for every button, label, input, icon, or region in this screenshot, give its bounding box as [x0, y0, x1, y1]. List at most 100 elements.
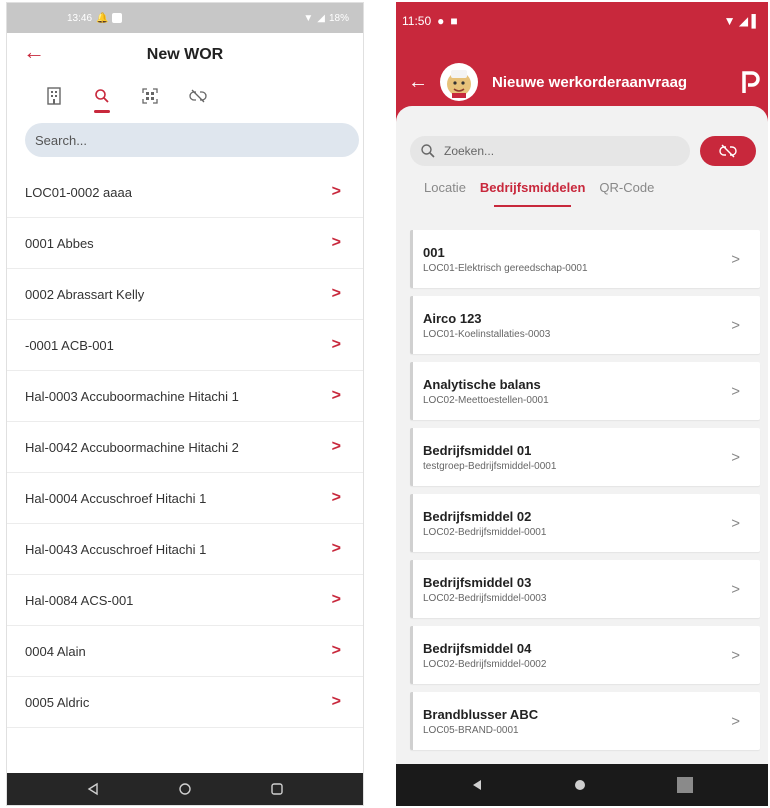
chevron-right-icon: >	[731, 712, 740, 730]
list-item-title: Brandblusser ABC	[423, 706, 539, 722]
avatar[interactable]	[440, 63, 478, 101]
chevron-right-icon: >	[731, 448, 740, 466]
tab-qr-scan[interactable]	[133, 81, 167, 111]
search-input[interactable]	[25, 123, 359, 157]
chevron-right-icon: >	[331, 183, 341, 200]
list-item-label: Hal-0004 Accuschroef Hitachi 1	[25, 490, 207, 506]
left-phone-screen: 13:46 🔔 ▼ ◢ 18% ← New WOR LOC01-0002 aaa…	[6, 2, 364, 806]
search-row	[410, 136, 756, 166]
tab-location[interactable]: Locatie	[424, 180, 466, 201]
list-item-text: Bedrijfsmiddel 04 LOC02-Bedrijfsmiddel-00…	[423, 641, 546, 670]
list-item-subtitle: LOC02-Meettoestellen-0001	[423, 394, 549, 406]
tab-bar: Locatie Bedrijfsmiddelen QR-Code	[424, 180, 654, 207]
search-icon	[95, 89, 109, 103]
sim-icon: ■	[450, 14, 458, 28]
chevron-right-icon: >	[331, 285, 341, 302]
list-item-title: Bedrijfsmiddel 04	[423, 640, 532, 656]
list-item[interactable]: Hal-0084 ACS-001 >	[7, 575, 363, 626]
back-arrow-icon[interactable]: ←	[408, 71, 428, 94]
list-item[interactable]: 001 LOC01-Elektrisch gereedschap-0001 >	[410, 230, 760, 288]
nav-back-icon[interactable]	[86, 782, 100, 796]
list-item-label: LOC01-0002 aaaa	[25, 184, 132, 200]
list-item[interactable]: Bedrijfsmiddel 04 LOC02-Bedrijfsmiddel-00…	[410, 626, 760, 684]
qr-scan-icon	[142, 88, 158, 104]
list-item[interactable]: Bedrijfsmiddel 02 LOC02-Bedrijfsmiddel-00…	[410, 494, 760, 552]
status-left: 13:46 🔔	[67, 12, 123, 24]
chevron-right-icon: >	[731, 250, 740, 268]
list-item-subtitle: LOC01-Koelinstallaties-0003	[423, 328, 551, 340]
list-item[interactable]: Airco 123 LOC01-Koelinstallaties-0003 >	[410, 296, 760, 354]
list-item-title: Bedrijfsmiddel 02	[423, 508, 532, 524]
list-item[interactable]: Hal-0043 Accuschroef Hitachi 1 >	[7, 524, 363, 575]
building-icon	[47, 87, 61, 105]
list-item-label: Hal-0084 ACS-001	[25, 592, 134, 608]
list-item-subtitle: LOC02-Bedrijfsmiddel-0001	[423, 526, 547, 538]
battery-icon: ▌	[751, 14, 760, 28]
list-item[interactable]: LOC01-0002 aaaa >	[7, 167, 363, 218]
notification-icon: 🔔	[96, 12, 109, 24]
android-nav-bar	[396, 764, 768, 806]
chevron-right-icon: >	[331, 438, 341, 455]
list-item[interactable]: 0002 Abrassart Kelly >	[7, 269, 363, 320]
right-phone-screen: 11:50 ● ■ ▼ ◢ ▌ ← Nieuwe werkorderaanvra…	[396, 2, 768, 806]
list-item-subtitle: LOC05-BRAND-0001	[423, 724, 519, 736]
tab-unlink[interactable]	[181, 81, 215, 111]
status-right: ▼ ◢ ▌	[724, 14, 760, 28]
list-item-text: Brandblusser ABC LOC05-BRAND-0001	[423, 707, 538, 736]
list-item[interactable]: Bedrijfsmiddel 03 LOC02-Bedrijfsmiddel-00…	[410, 560, 760, 618]
chevron-right-icon: >	[731, 382, 740, 400]
list-item-text: Analytische balans LOC02-Meettoestellen-0…	[423, 377, 549, 406]
list-item[interactable]: Analytische balans LOC02-Meettoestellen-0…	[410, 362, 760, 420]
nav-home-icon[interactable]	[178, 782, 192, 796]
tab-assets[interactable]: Bedrijfsmiddelen	[480, 180, 585, 207]
signal-icon: ◢	[317, 12, 325, 24]
wifi-icon: ▼	[723, 14, 736, 28]
unlink-button[interactable]	[700, 136, 756, 166]
list-item-text: Airco 123 LOC01-Koelinstallaties-0003	[423, 311, 550, 340]
tab-qr-code[interactable]: QR-Code	[599, 180, 654, 201]
status-right: ▼ ◢ 18%	[303, 13, 349, 24]
list-item-label: 0004 Alain	[25, 643, 86, 659]
chevron-right-icon: >	[331, 234, 341, 251]
asset-list: 001 LOC01-Elektrisch gereedschap-0001 > Air…	[410, 230, 760, 758]
nav-recents-icon[interactable]	[270, 782, 284, 796]
status-time: 11:50	[402, 14, 432, 28]
wifi-icon: ▼	[303, 12, 314, 24]
chevron-right-icon: >	[331, 693, 341, 710]
list-item-title: Analytische balans	[423, 376, 541, 392]
search-icon	[421, 144, 435, 158]
back-arrow-icon[interactable]: ←	[23, 41, 45, 63]
list-item-title: Airco 123	[423, 310, 482, 326]
tab-location[interactable]	[37, 81, 71, 111]
search-field-wrap	[410, 136, 690, 166]
header: ← New WOR	[7, 33, 363, 77]
list-item-text: Bedrijfsmiddel 02 LOC02-Bedrijfsmiddel-00…	[423, 509, 546, 538]
nav-recents-icon[interactable]	[676, 776, 694, 794]
tab-search[interactable]	[85, 81, 119, 113]
list-item[interactable]: Bedrijfsmiddel 01 testgroep-Bedrijfsmidde…	[410, 428, 760, 486]
search-input[interactable]	[410, 136, 690, 166]
page-title: Nieuwe werkorderaanvraag	[492, 73, 688, 91]
unlink-icon	[189, 89, 207, 103]
chevron-right-icon: >	[731, 316, 740, 334]
status-bar: 11:50 ● ■ ▼ ◢ ▌	[396, 2, 768, 40]
list-item[interactable]: Hal-0003 Accuboormachine Hitachi 1 >	[7, 371, 363, 422]
list-item[interactable]: 0004 Alain >	[7, 626, 363, 677]
list-item[interactable]: -0001 ACB-001 >	[7, 320, 363, 371]
chevron-right-icon: >	[331, 336, 341, 353]
list-item-label: Hal-0042 Accuboormachine Hitachi 2	[25, 439, 239, 455]
signal-icon: ◢	[738, 14, 749, 28]
list-item[interactable]: Hal-0004 Accuschroef Hitachi 1 >	[7, 473, 363, 524]
list-item[interactable]: 0005 Aldric >	[7, 677, 363, 728]
status-bar: 13:46 🔔 ▼ ◢ 18%	[7, 3, 363, 33]
list-item[interactable]: Hal-0042 Accuboormachine Hitachi 2 >	[7, 422, 363, 473]
list-item-title: 001	[423, 244, 445, 260]
chevron-right-icon: >	[331, 540, 341, 557]
list-item-label: 0001 Abbes	[25, 235, 94, 251]
nav-home-icon[interactable]	[573, 778, 587, 792]
list-item[interactable]: Brandblusser ABC LOC05-BRAND-0001 >	[410, 692, 760, 750]
nav-back-icon[interactable]	[470, 778, 484, 792]
list-item-text: Bedrijfsmiddel 01 testgroep-Bedrijfsmidde…	[423, 443, 556, 472]
list-item[interactable]: 0001 Abbes >	[7, 218, 363, 269]
list-item-subtitle: LOC02-Bedrijfsmiddel-0003	[423, 592, 547, 604]
